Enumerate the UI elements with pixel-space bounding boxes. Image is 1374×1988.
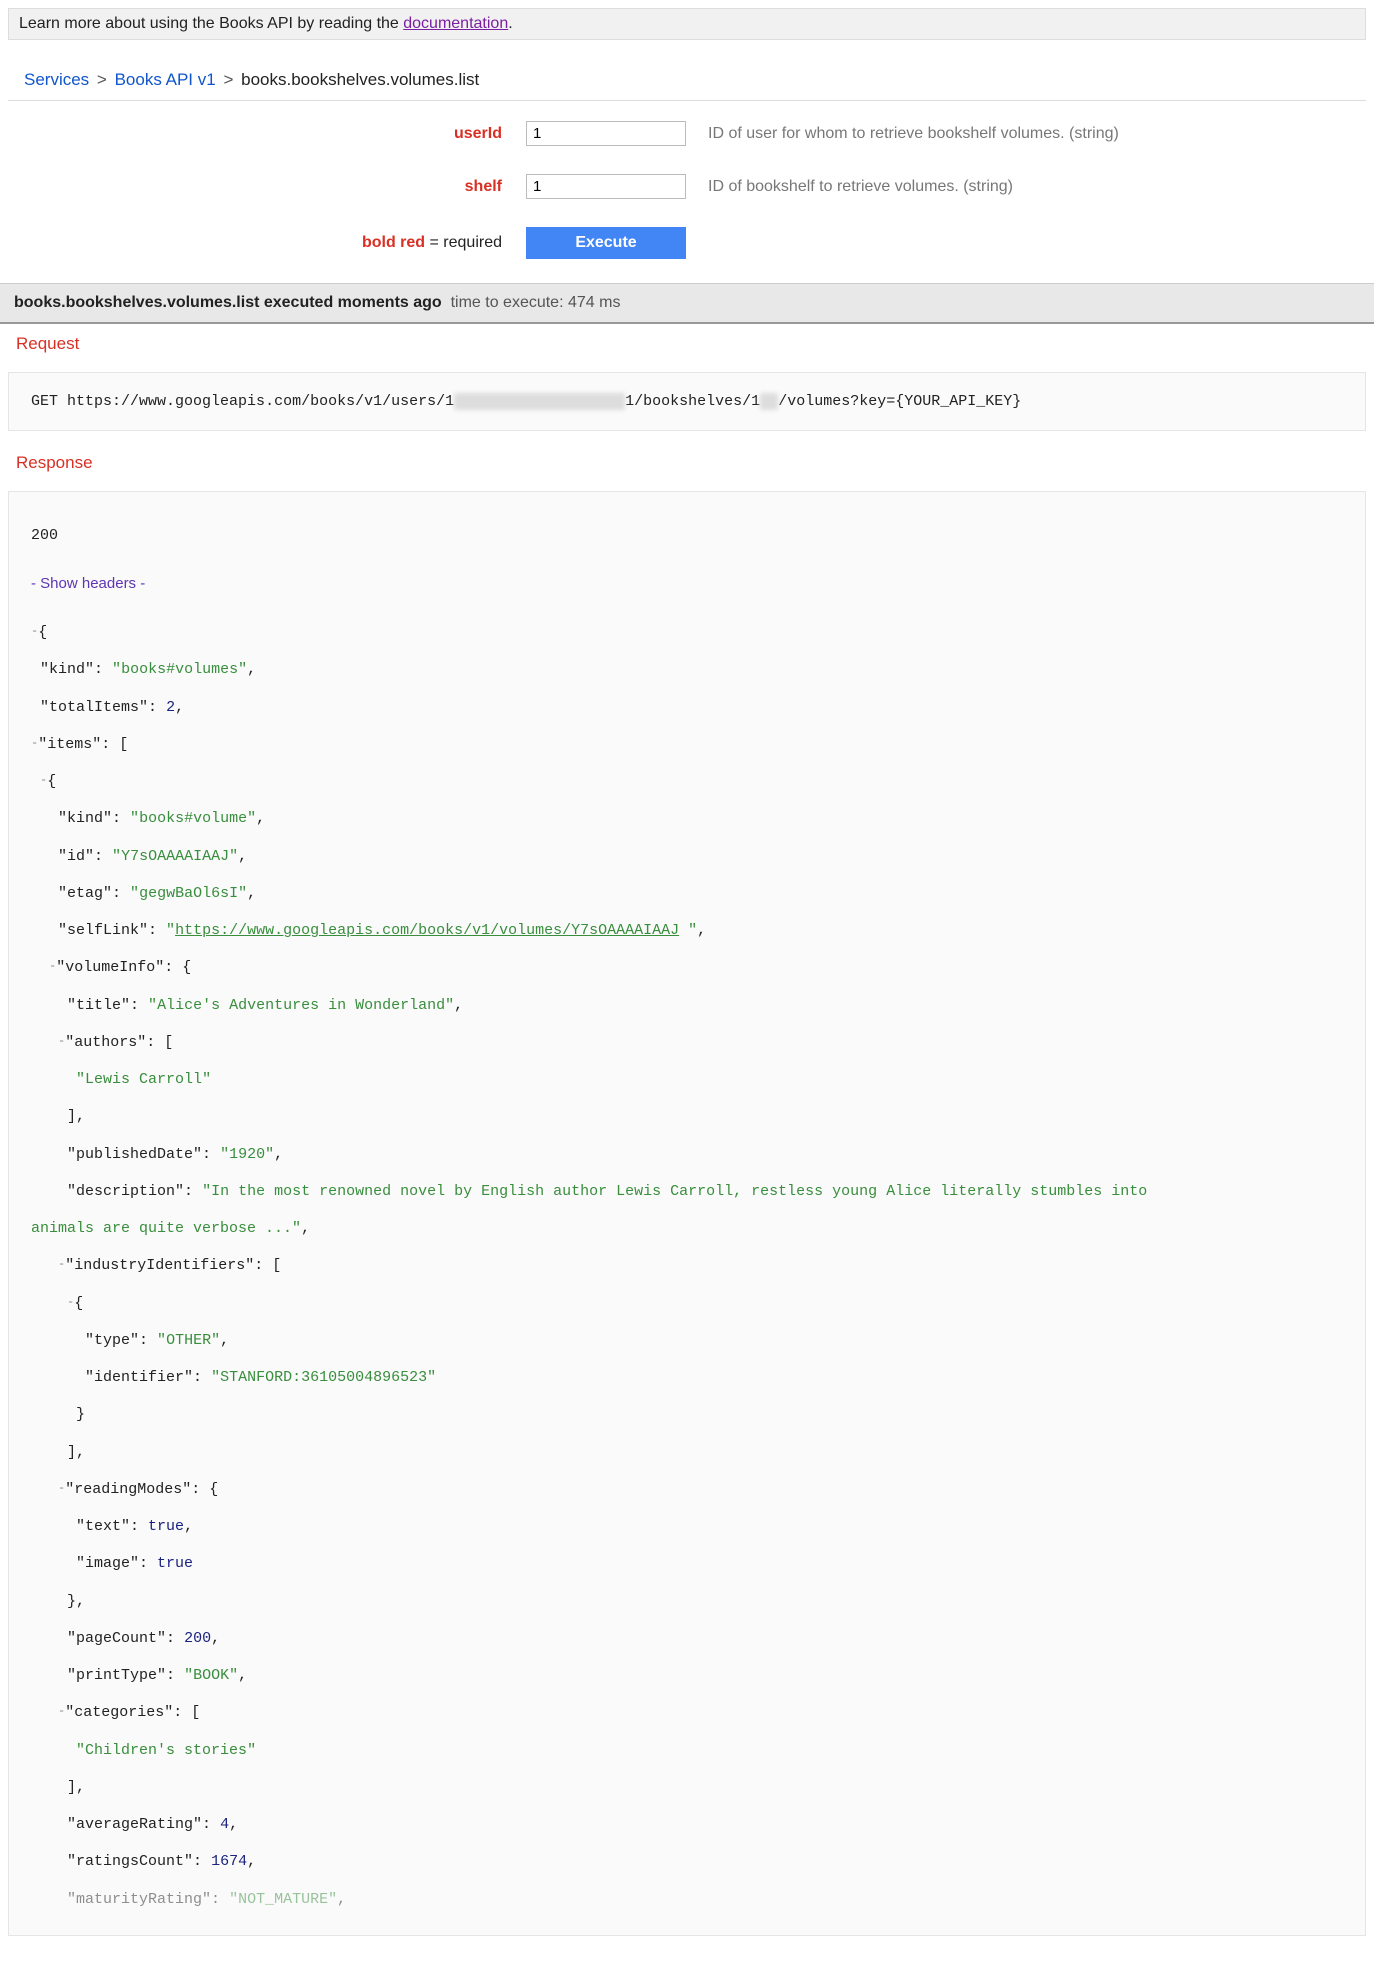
collapse-toggle[interactable]: - — [58, 1257, 65, 1271]
param-label-userid: userId — [16, 125, 526, 143]
param-row-shelf: shelf ID of bookshelf to retrieve volume… — [16, 174, 1358, 199]
redacted-shelf: XX — [760, 393, 778, 410]
collapse-toggle[interactable]: - — [40, 773, 47, 787]
response-block: 200 - Show headers - -{ "kind": "books#v… — [8, 491, 1366, 1936]
request-block: GET https://www.googleapis.com/books/v1/… — [8, 372, 1366, 431]
request-url-pre: https://www.googleapis.com/books/v1/user… — [67, 393, 454, 410]
legend-label: bold red = required — [16, 234, 526, 252]
show-headers-toggle[interactable]: - Show headers - — [31, 575, 1343, 592]
response-section-label: Response — [0, 443, 1374, 479]
params-form: userId ID of user for whom to retrieve b… — [0, 101, 1374, 283]
execution-timing: time to execute: 474 ms — [451, 294, 621, 311]
request-url-mid: 1/bookshelves/1 — [625, 393, 760, 410]
collapse-toggle[interactable]: - — [31, 736, 38, 750]
breadcrumb-method: books.bookshelves.volumes.list — [241, 70, 479, 89]
collapse-toggle[interactable]: - — [49, 959, 56, 973]
redacted-user: XXXXXXXXXXXXXXXXXXX — [454, 393, 625, 410]
collapse-toggle[interactable]: - — [58, 1481, 65, 1495]
request-method: GET — [31, 393, 58, 410]
execute-button[interactable]: Execute — [526, 227, 686, 259]
response-status: 200 — [31, 527, 1343, 544]
request-url-post: /volumes?key={YOUR_API_KEY} — [778, 393, 1021, 410]
info-bar: Learn more about using the Books API by … — [8, 8, 1366, 40]
selflink[interactable]: https://www.googleapis.com/books/v1/volu… — [175, 922, 679, 939]
collapse-toggle[interactable]: - — [58, 1034, 65, 1048]
collapse-toggle[interactable]: - — [31, 624, 38, 638]
execution-status-bar: books.bookshelves.volumes.list executed … — [0, 283, 1374, 324]
legend-row: bold red = required Execute — [16, 227, 1358, 259]
param-desc-shelf: ID of bookshelf to retrieve volumes. (st… — [686, 178, 1013, 196]
request-section-label: Request — [0, 324, 1374, 360]
param-label-shelf: shelf — [16, 178, 526, 196]
execution-title: books.bookshelves.volumes.list executed … — [14, 294, 442, 311]
shelf-input[interactable] — [526, 174, 686, 199]
param-row-userid: userId ID of user for whom to retrieve b… — [16, 121, 1358, 146]
breadcrumb-api[interactable]: Books API v1 — [115, 70, 216, 89]
param-desc-userid: ID of user for whom to retrieve bookshel… — [686, 125, 1119, 143]
collapse-toggle[interactable]: - — [58, 1704, 65, 1718]
info-bar-text: Learn more about using the Books API by … — [19, 15, 403, 32]
userid-input[interactable] — [526, 121, 686, 146]
documentation-link[interactable]: documentation — [403, 15, 508, 32]
breadcrumb-services[interactable]: Services — [24, 70, 89, 89]
breadcrumb: Services > Books API v1 > books.bookshel… — [8, 60, 1366, 101]
collapse-toggle[interactable]: - — [67, 1295, 74, 1309]
